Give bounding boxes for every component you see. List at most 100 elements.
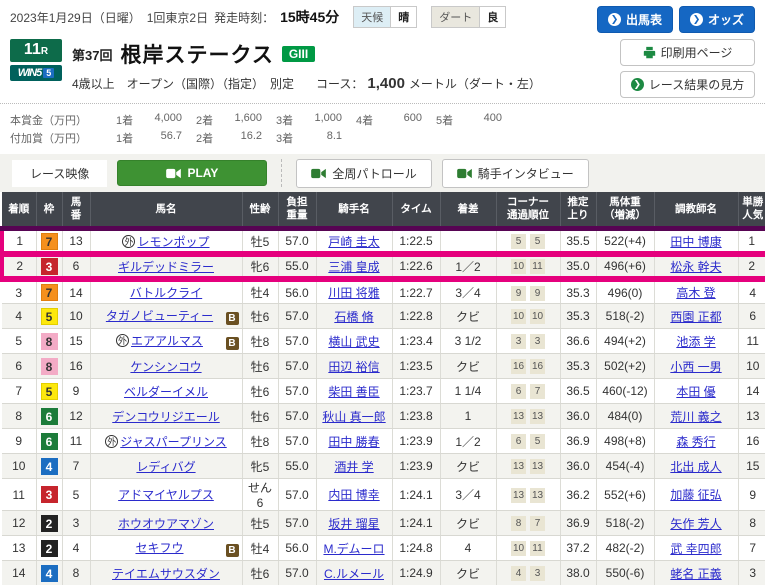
margin: 1／2 xyxy=(440,429,496,454)
horse-name-link[interactable]: レディバグ xyxy=(136,460,195,474)
jockey-link[interactable]: 田中 勝春 xyxy=(328,435,379,449)
corner-position: 10 xyxy=(530,309,545,324)
finish-time: 1:23.9 xyxy=(392,454,440,479)
jockey-link[interactable]: 秋山 真一郎 xyxy=(322,410,385,424)
corner-positions: 65 xyxy=(496,429,560,454)
side-buttons: 印刷用ページ ❯ レース結果の見方 xyxy=(620,39,755,98)
sex-age: 牡4 xyxy=(242,279,278,304)
trainer-link[interactable]: 小西 一男 xyxy=(670,360,721,374)
result-row-13: 1324セキフウB牡456.0M.デムーロ1:24.84101137.2482(… xyxy=(2,536,765,561)
horse-name-link[interactable]: ジャスパープリンス xyxy=(120,435,226,449)
jockey-link[interactable]: 三浦 皇成 xyxy=(328,260,379,274)
trainer-link[interactable]: 蛯名 正義 xyxy=(670,567,721,581)
trainer-link[interactable]: 田中 博康 xyxy=(670,235,721,249)
jockey-link[interactable]: 酒井 学 xyxy=(334,460,373,474)
horse-name-link[interactable]: セキフウ xyxy=(135,541,183,555)
trainer-link[interactable]: 北出 成人 xyxy=(670,460,721,474)
horse-name-link[interactable]: バトルクライ xyxy=(130,286,202,300)
grade-badge: GIII xyxy=(282,46,315,62)
trainer-link[interactable]: 松永 幹夫 xyxy=(670,260,721,274)
horse-name-link[interactable]: テイエムサウスダン xyxy=(112,567,220,581)
play-button[interactable]: PLAY xyxy=(117,160,267,186)
race-video-label: レース映像 xyxy=(12,160,107,187)
jockey-interview-button[interactable]: 騎手インタビュー xyxy=(442,159,589,188)
horse-name-link[interactable]: エアアルマス xyxy=(131,334,203,348)
horse-name-cell: 外エアアルマスB xyxy=(90,329,242,354)
trainer-link[interactable]: 加藤 征弘 xyxy=(670,488,721,502)
corner-positions: 87 xyxy=(496,511,560,536)
sex-age: せん6 xyxy=(242,479,278,511)
margin: 3 1/2 xyxy=(440,329,496,354)
play-button-label: PLAY xyxy=(187,166,218,180)
corner-positions: 1011 xyxy=(496,254,560,279)
jockey-link[interactable]: 石橋 脩 xyxy=(334,310,373,324)
finish-position: 2 xyxy=(2,254,36,279)
win-popularity: 9 xyxy=(738,479,765,511)
entries-button[interactable]: ❯ 出馬表 xyxy=(597,6,673,33)
jockey-link[interactable]: 田辺 裕信 xyxy=(328,360,379,374)
jockey-link[interactable]: C.ルメール xyxy=(324,567,384,581)
horse-name-link[interactable]: デンコウリジエール xyxy=(112,410,220,424)
horse-name-cell: タガノビューティーB xyxy=(90,304,242,329)
video-camera-icon xyxy=(311,168,326,179)
horse-number: 7 xyxy=(62,454,90,479)
jockey-link[interactable]: 柴田 善臣 xyxy=(328,385,379,399)
horse-name-cell: 外レモンポップ xyxy=(90,229,242,254)
jockey-link[interactable]: 坂井 瑠星 xyxy=(328,517,379,531)
print-page-button[interactable]: 印刷用ページ xyxy=(620,39,755,66)
trainer-link[interactable]: 高木 登 xyxy=(676,286,715,300)
last-3f-time: 35.3 xyxy=(560,279,596,304)
corner-positions: 10 10 xyxy=(496,304,560,329)
foreign-horse-mark: 外 xyxy=(105,435,118,448)
corner-position: 10 xyxy=(511,309,526,324)
horse-name-link[interactable]: ホウオウアマゾン xyxy=(118,517,214,531)
frame-badge: 6 xyxy=(41,433,58,450)
frame-cell: 4 xyxy=(36,454,62,479)
corner-position: 11 xyxy=(530,541,545,556)
corner-position: 5 xyxy=(511,234,526,249)
horse-name-link[interactable]: ギルデッドミラー xyxy=(118,260,214,274)
finish-time: 1:23.4 xyxy=(392,329,440,354)
win-popularity: 16 xyxy=(738,429,765,454)
trainer-cell: 本田 優 xyxy=(654,379,738,404)
jockey-link[interactable]: M.デムーロ xyxy=(323,542,384,556)
patrol-video-button[interactable]: 全周パトロール xyxy=(296,159,431,188)
trainer-link[interactable]: 西園 正都 xyxy=(670,310,721,324)
horse-name-link[interactable]: タガノビューティー xyxy=(106,309,213,323)
trainer-cell: 高木 登 xyxy=(654,279,738,304)
horse-name-link[interactable]: ベルダーイメル xyxy=(124,385,208,399)
main-prize-values: 1着4,0002着1,6003着1,0004着6005着400 xyxy=(102,112,502,128)
trainer-link[interactable]: 荒川 義之 xyxy=(670,410,721,424)
last-3f-time: 35.5 xyxy=(560,229,596,254)
trainer-link[interactable]: 池添 学 xyxy=(676,335,715,349)
horse-name-link[interactable]: ケンシンコウ xyxy=(130,360,201,374)
sex-age: 牡6 xyxy=(242,304,278,329)
trainer-link[interactable]: 武 幸四郎 xyxy=(670,542,721,556)
foreign-horse-mark: 外 xyxy=(116,334,129,347)
corner-position: 8 xyxy=(511,516,526,531)
trainer-link[interactable]: 本田 優 xyxy=(676,385,715,399)
horse-name-cell: テイエムサウスダン xyxy=(90,561,242,585)
horse-name-link[interactable]: アドマイヤルプス xyxy=(118,488,214,502)
result-guide-button[interactable]: ❯ レース結果の見方 xyxy=(620,71,755,98)
jockey-cell: 酒井 学 xyxy=(316,454,392,479)
odds-button[interactable]: ❯ オッズ xyxy=(679,6,755,33)
finish-position: 1 xyxy=(2,229,36,254)
jockey-link[interactable]: 横山 武史 xyxy=(328,335,379,349)
corner-position: 13 xyxy=(511,459,526,474)
jockey-link[interactable]: 川田 将雅 xyxy=(328,286,379,300)
corner-position: 7 xyxy=(530,516,545,531)
finish-position: 11 xyxy=(2,479,36,511)
horse-name-cell: ケンシンコウ xyxy=(90,354,242,379)
trainer-link[interactable]: 矢作 芳人 xyxy=(670,517,721,531)
trainer-cell: 小西 一男 xyxy=(654,354,738,379)
jockey-link[interactable]: 戸崎 圭太 xyxy=(328,235,379,249)
jockey-cell: C.ルメール xyxy=(316,561,392,585)
trainer-link[interactable]: 森 秀行 xyxy=(676,435,715,449)
jockey-link[interactable]: 内田 博幸 xyxy=(328,488,379,502)
carried-weight: 57.0 xyxy=(278,511,316,536)
horse-name-link[interactable]: レモンポップ xyxy=(137,235,209,249)
last-3f-time: 35.3 xyxy=(560,304,596,329)
race-head: 11R WIN5 5 第37回 根岸ステークス GIII 4歳以上 オープン（国… xyxy=(10,39,755,98)
win-popularity: 7 xyxy=(738,536,765,561)
